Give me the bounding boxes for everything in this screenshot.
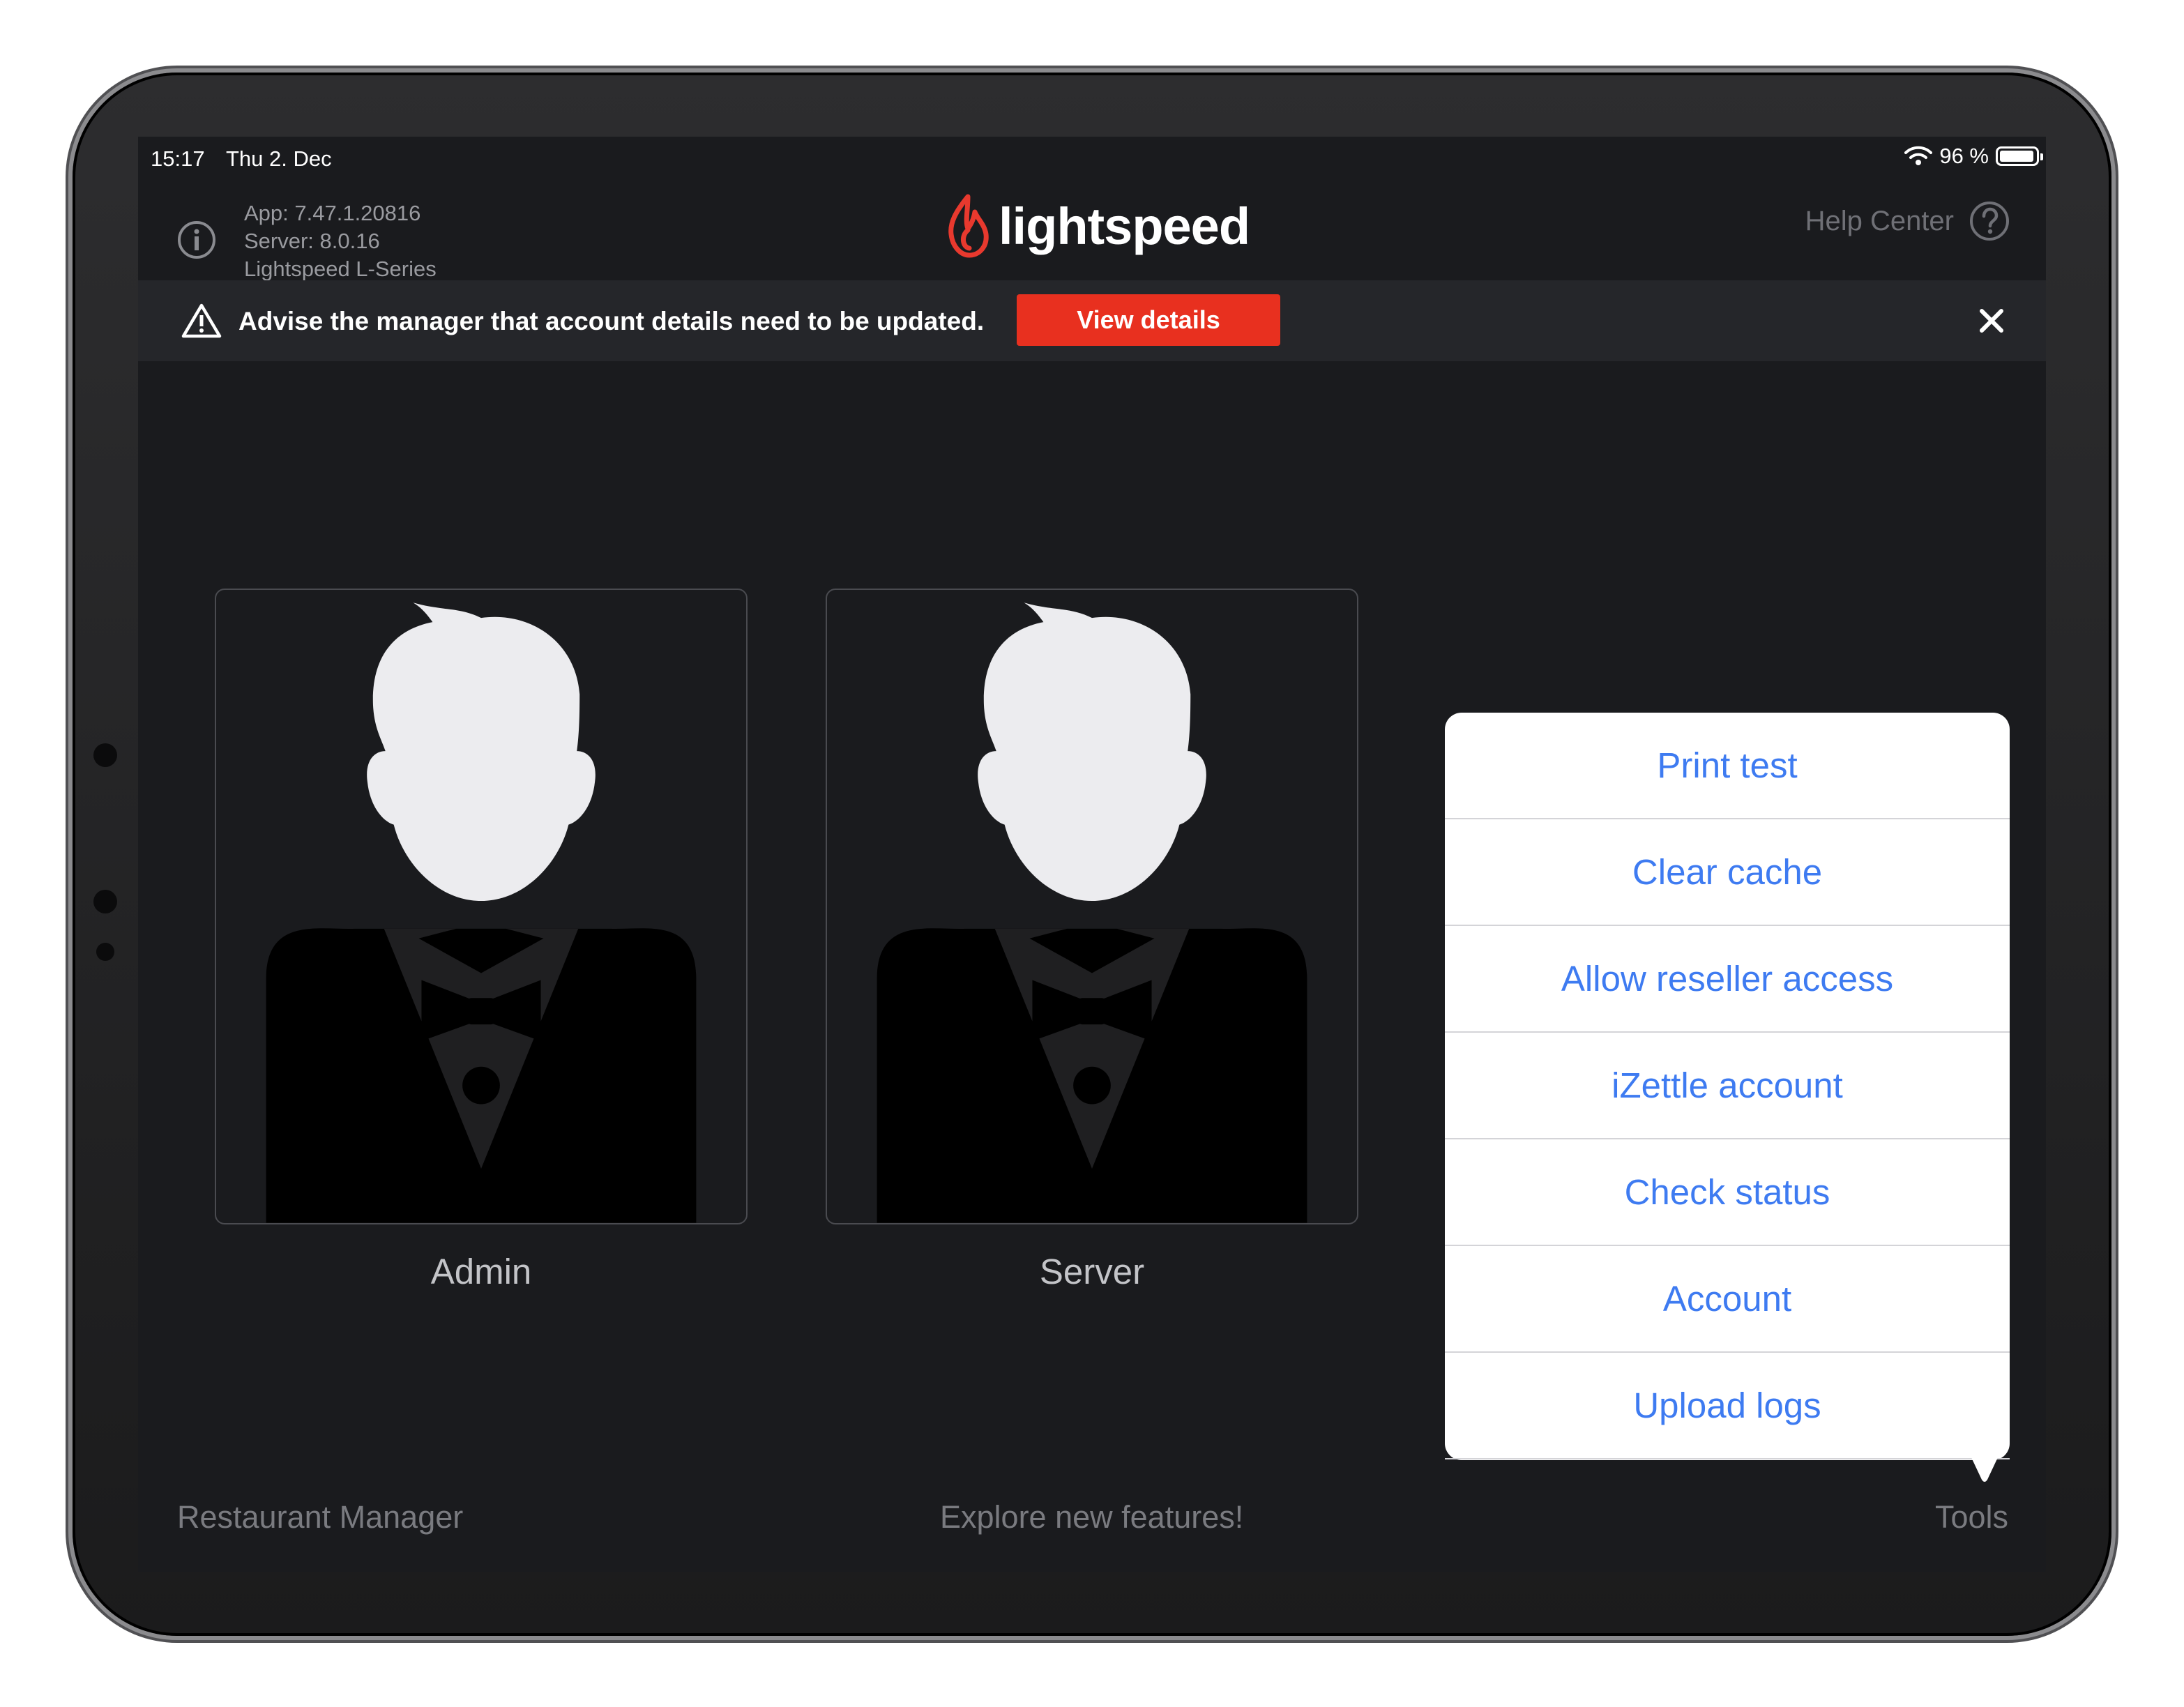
warning-icon <box>181 303 222 338</box>
menu-item-upload-logs[interactable]: Upload logs <box>1445 1353 2010 1459</box>
status-date: Thu 2. Dec <box>226 146 332 171</box>
logo-text: lightspeed <box>999 197 1250 255</box>
explore-features-link[interactable]: Explore new features! <box>940 1499 1243 1535</box>
menu-item-clear-cache[interactable]: Clear cache <box>1445 819 2010 926</box>
menu-item-print-test[interactable]: Print test <box>1445 713 2010 819</box>
menu-item-account[interactable]: Account <box>1445 1246 2010 1353</box>
menu-item-check-status[interactable]: Check status <box>1445 1139 2010 1246</box>
info-icon[interactable] <box>177 220 216 259</box>
volume-button-top <box>215 67 286 73</box>
question-icon <box>1970 202 2009 241</box>
help-center-link[interactable]: Help Center <box>1805 201 2010 241</box>
tools-popover-menu: Print test Clear cache Allow reseller ac… <box>1445 713 2010 1482</box>
menu-item-izettle-account[interactable]: iZettle account <box>1445 1033 2010 1139</box>
account-alert-banner: Advise the manager that account details … <box>138 280 2046 361</box>
lightspeed-logo: lightspeed <box>947 190 1250 262</box>
user-card-server[interactable] <box>826 589 1358 1224</box>
camera-dot <box>96 943 114 961</box>
battery-icon <box>1996 146 2043 166</box>
tools-button[interactable]: Tools <box>1935 1499 2008 1535</box>
user-name-server: Server <box>1039 1252 1145 1291</box>
restaurant-manager-link[interactable]: Restaurant Manager <box>177 1499 463 1535</box>
user-card-admin[interactable] <box>215 589 748 1224</box>
status-time: 15:17 <box>151 146 205 171</box>
wifi-icon <box>1904 146 1933 165</box>
app-version: App: 7.47.1.20816 <box>244 201 421 225</box>
menu-item-allow-reseller-access[interactable]: Allow reseller access <box>1445 926 2010 1033</box>
battery-percent: 96 % <box>1939 144 1989 168</box>
server-version: Server: 8.0.16 <box>244 229 380 253</box>
camera-dot <box>93 743 117 767</box>
power-button-side <box>67 167 73 251</box>
user-avatar-icon <box>266 602 697 1223</box>
view-details-button[interactable]: View details <box>1017 294 1280 346</box>
version-info: App: 7.47.1.20816 Server: 8.0.16 Lightsp… <box>244 199 437 283</box>
popover-arrow <box>1971 1456 1999 1482</box>
close-icon[interactable] <box>1976 305 2007 336</box>
volume-button-top-2 <box>303 67 374 73</box>
status-bar: 15:17 Thu 2. Dec 96 % <box>138 137 2046 179</box>
user-name-admin: Admin <box>430 1252 532 1291</box>
user-avatar-icon <box>877 602 1307 1223</box>
app-screen: 15:17 Thu 2. Dec 96 % App: 7.47.1.20816 … <box>138 137 2046 1572</box>
help-center-label: Help Center <box>1805 205 1954 236</box>
alert-message: Advise the manager that account details … <box>238 307 985 335</box>
camera-dot <box>93 890 117 913</box>
flame-icon <box>948 194 989 258</box>
product-name: Lightspeed L-Series <box>244 257 437 281</box>
